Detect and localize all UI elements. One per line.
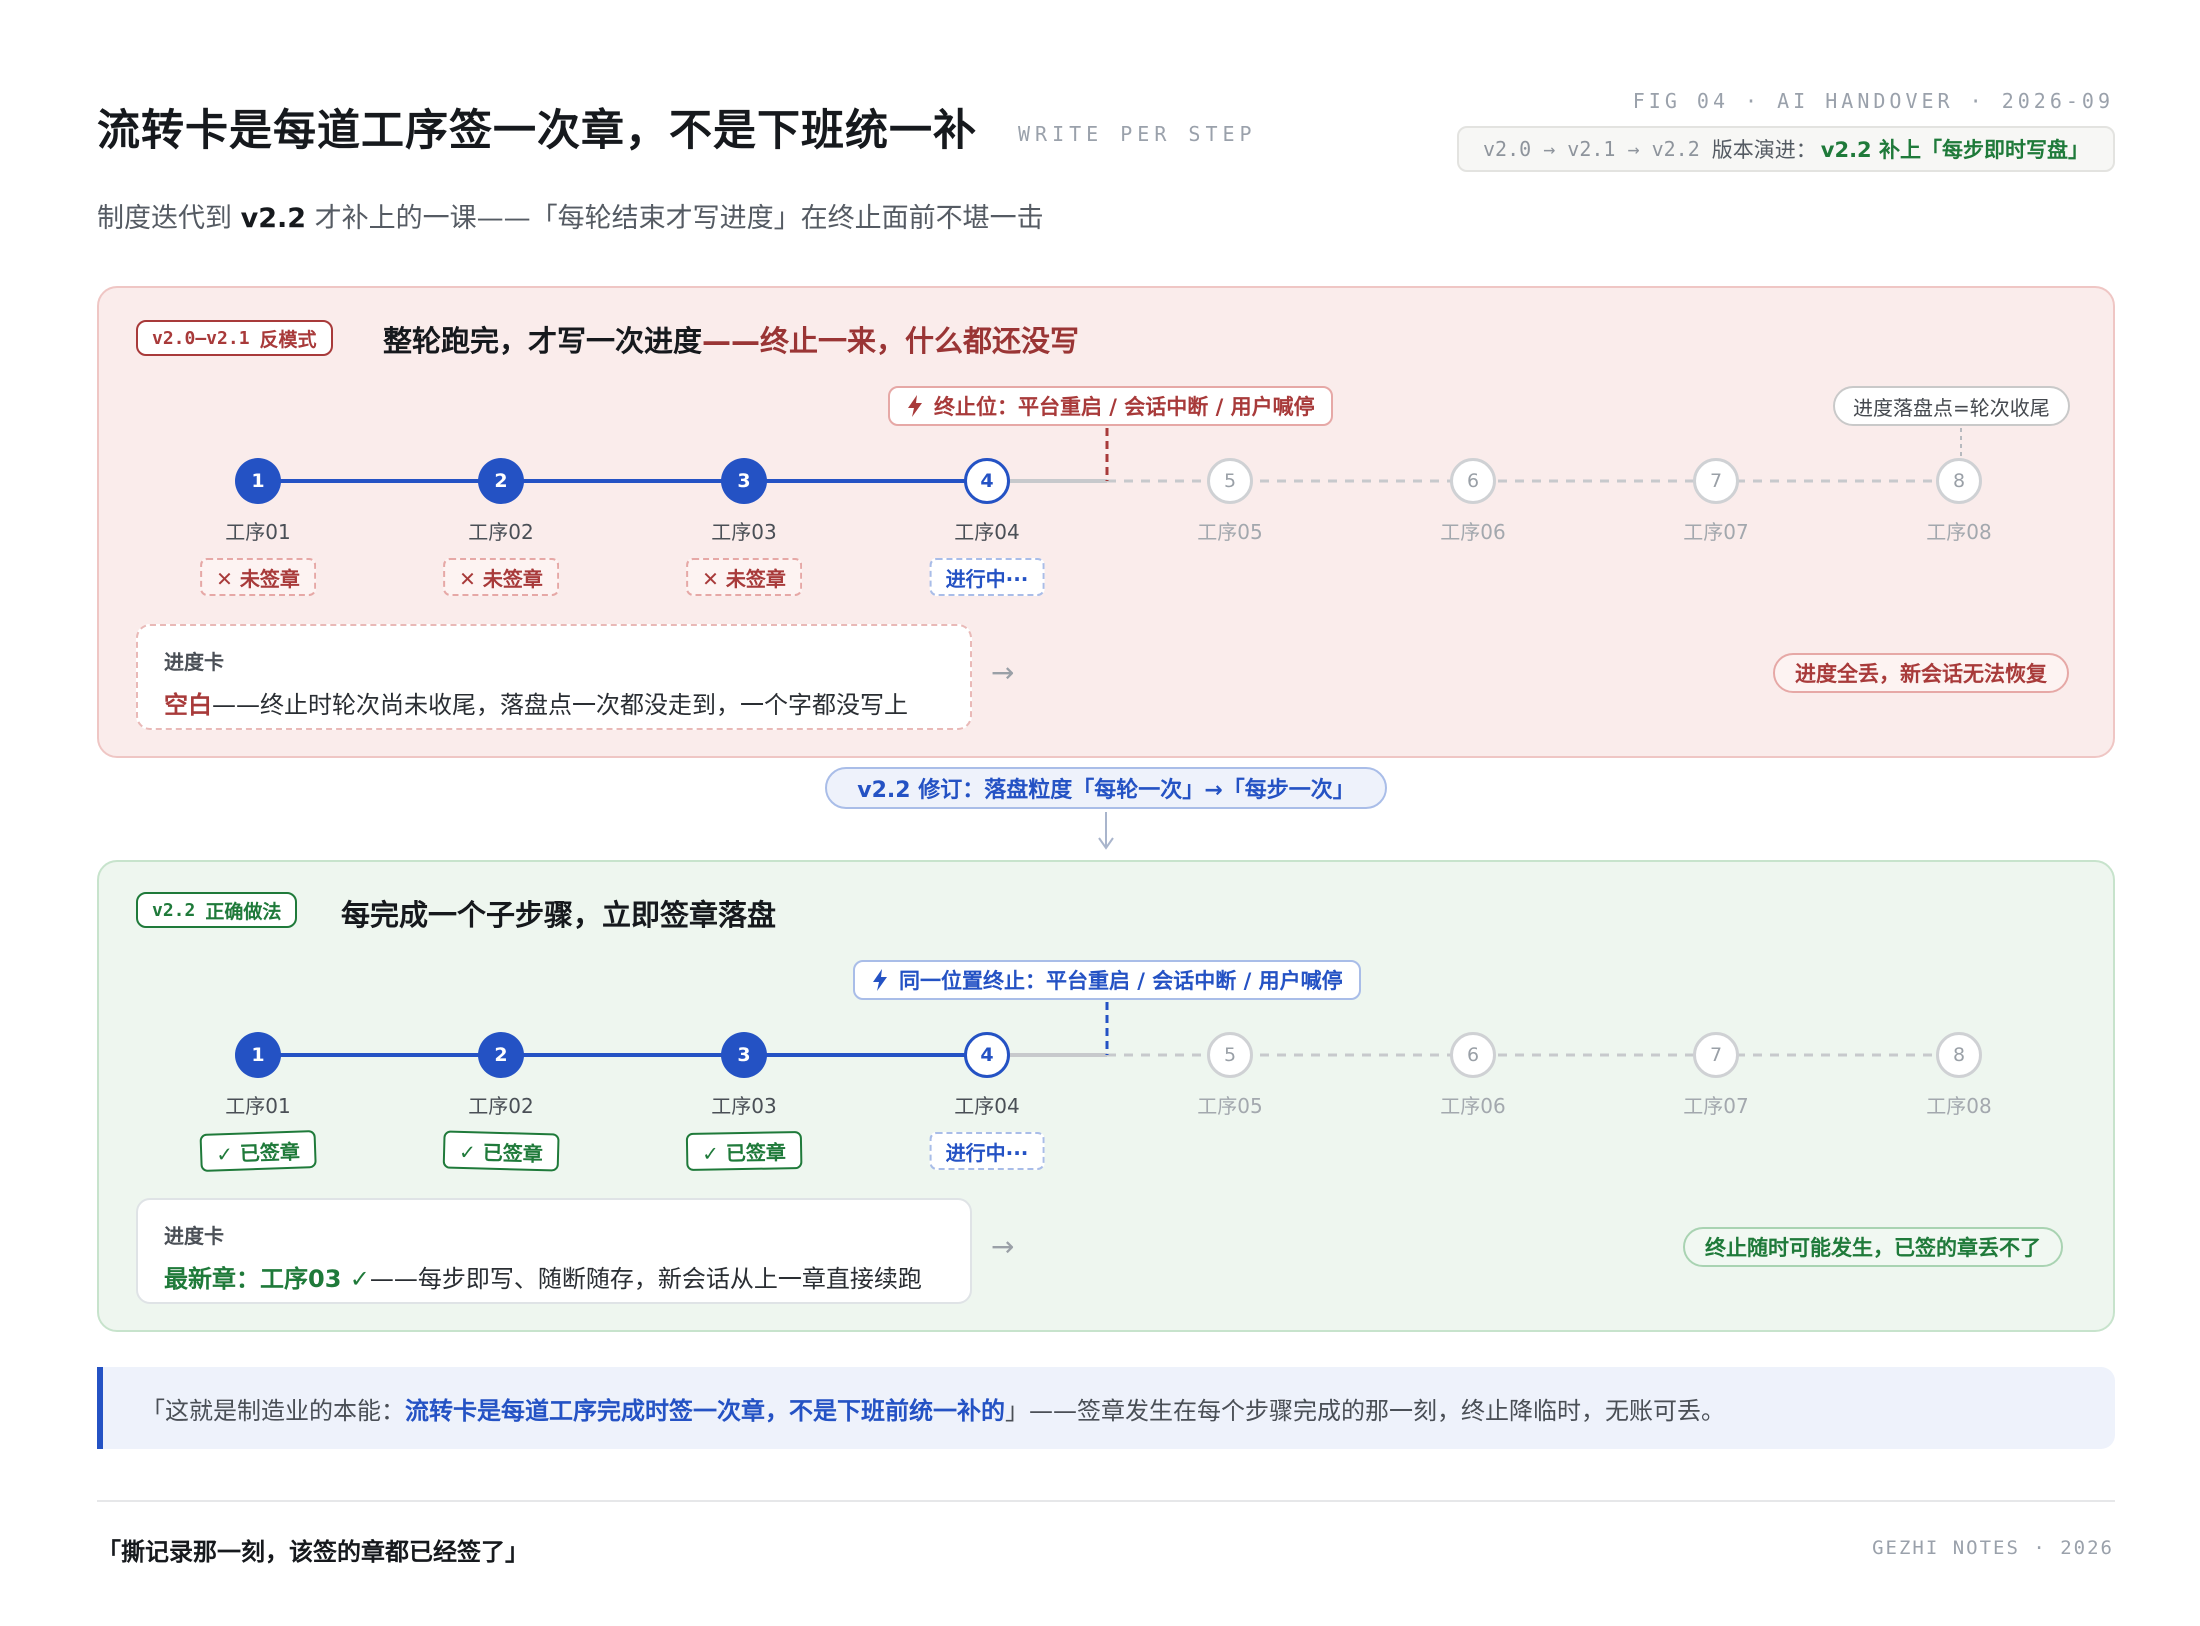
good-result-text: 终止随时可能发生，已签的章丢不了 — [1705, 1236, 2041, 1260]
good-card-body: 最新章：工序03 ✓——每步即写、随断随存，新会话从上一章直接续跑 — [164, 1259, 944, 1294]
footer-motto: 「撕记录那一刻，该签的章都已经签了」 — [97, 1538, 529, 1566]
good-step-node-8: 8 — [1936, 1032, 1982, 1078]
figure-meta: FIG 04 · AI HANDOVER · 2026-09 — [1632, 89, 2114, 113]
version-highlight: v2.2 补上「每步即时写盘」 — [1820, 138, 2089, 162]
anti-pattern-panel: v2.0–v2.1 反模式 整轮跑完，才写一次进度——终止一来，什么都还没写 终… — [97, 286, 2115, 758]
version-evolution-pill: v2.0 → v2.1 → v2.2 版本演进： v2.2 补上「每步即时写盘」 — [1457, 126, 2115, 172]
quote-post: 」——签章发生在每个步骤完成的那一刻，终止降临时，无账可丢。 — [1005, 1396, 1725, 1425]
good-practice-panel: v2.2 正确做法 每完成一个子步骤，立即签章落盘 同一位置终止：平台重启 / … — [97, 860, 2115, 1332]
good-step-node-5: 5 — [1207, 1032, 1253, 1078]
good-step-label-4: 工序04 — [954, 1094, 1020, 1118]
quote-pre: 「这就是制造业的本能： — [141, 1396, 405, 1425]
good-step-label-7: 工序07 — [1683, 1094, 1749, 1118]
anti-step-node-2: 2 — [478, 458, 524, 504]
revision-pill: v2.2 修订：落盘粒度「每轮一次」→「每步一次」 — [825, 767, 1387, 809]
anti-step-label-1: 工序01 — [225, 520, 291, 544]
anti-card-text: ——终止时轮次尚未收尾，落盘点一次都没走到，一个字都没写上 — [212, 691, 908, 719]
anti-step-node-5: 5 — [1207, 458, 1253, 504]
good-step-node-2: 2 — [478, 1032, 524, 1078]
good-step-stamp-2: ✓ 已签章 — [442, 1130, 560, 1172]
good-step-label-8: 工序08 — [1926, 1094, 1992, 1118]
anti-step-node-4: 4 — [964, 458, 1010, 504]
footer-divider — [97, 1500, 2115, 1502]
anti-step-node-3: 3 — [721, 458, 767, 504]
anti-step-label-8: 工序08 — [1926, 520, 1992, 544]
quote-bold: 流转卡是每道工序完成时签一次章，不是下班前统一补的 — [405, 1396, 1005, 1425]
footer-credit: GEZHI NOTES · 2026 — [1872, 1537, 2114, 1559]
good-step-node-7: 7 — [1693, 1032, 1739, 1078]
good-card-text: ——每步即写、随断随存，新会话从上一章直接续跑 — [369, 1265, 922, 1293]
good-step-node-3: 3 — [721, 1032, 767, 1078]
title-tag: WRITE PER STEP — [1018, 122, 1257, 146]
good-arrow-icon: → — [991, 1230, 1015, 1263]
revision-label: v2.2 修订：落盘粒度「每轮一次」→「每步一次」 — [857, 778, 1355, 803]
good-step-stamp-4: 进行中··· — [929, 1132, 1045, 1170]
good-step-node-6: 6 — [1450, 1032, 1496, 1078]
good-step-label-3: 工序03 — [711, 1094, 777, 1118]
subtitle: 制度迭代到 v2.2 才补上的一课——「每轮结束才写进度」在终止面前不堪一击 — [97, 196, 1044, 235]
anti-card-key: 空白 — [164, 691, 212, 719]
subtitle-version: v2.2 — [240, 203, 307, 234]
anti-result-badge: 进度全丢，新会话无法恢复 — [1773, 653, 2069, 693]
good-step-label-6: 工序06 — [1440, 1094, 1506, 1118]
version-label: 版本演进： — [1711, 138, 1817, 162]
good-progress-card: 进度卡 最新章：工序03 ✓——每步即写、随断随存，新会话从上一章直接续跑 — [136, 1198, 972, 1304]
anti-step-node-6: 6 — [1450, 458, 1496, 504]
good-result-badge: 终止随时可能发生，已签的章丢不了 — [1683, 1227, 2063, 1267]
subtitle-post: 才补上的一课——「每轮结束才写进度」在终止面前不堪一击 — [306, 203, 1044, 234]
good-card-key: 最新章：工序03 ✓ — [164, 1265, 370, 1293]
anti-step-node-1: 1 — [235, 458, 281, 504]
version-path: v2.0 → v2.1 → v2.2 — [1483, 137, 1700, 161]
anti-step-label-4: 工序04 — [954, 520, 1020, 544]
anti-step-stamp-4: 进行中··· — [929, 558, 1045, 596]
good-step-stamp-3: ✓ 已签章 — [685, 1130, 803, 1172]
anti-step-stamp-2: ✕ 未签章 — [443, 558, 559, 596]
good-step-node-1: 1 — [235, 1032, 281, 1078]
page-title: 流转卡是每道工序签一次章，不是下班统一补 — [97, 106, 977, 156]
good-step-label-1: 工序01 — [225, 1094, 291, 1118]
good-step-label-5: 工序05 — [1197, 1094, 1263, 1118]
anti-card-title: 进度卡 — [164, 650, 224, 674]
anti-step-label-6: 工序06 — [1440, 520, 1506, 544]
anti-card-body: 空白——终止时轮次尚未收尾，落盘点一次都没走到，一个字都没写上 — [164, 685, 944, 720]
anti-step-node-8: 8 — [1936, 458, 1982, 504]
anti-arrow-icon: → — [991, 656, 1015, 689]
good-step-label-2: 工序02 — [468, 1094, 534, 1118]
anti-step-stamp-1: ✕ 未签章 — [200, 558, 316, 596]
anti-result-text: 进度全丢，新会话无法恢复 — [1795, 662, 2047, 686]
anti-step-node-7: 7 — [1693, 458, 1739, 504]
anti-step-label-3: 工序03 — [711, 520, 777, 544]
anti-step-label-5: 工序05 — [1197, 520, 1263, 544]
anti-step-label-2: 工序02 — [468, 520, 534, 544]
anti-progress-card: 进度卡 空白——终止时轮次尚未收尾，落盘点一次都没走到，一个字都没写上 — [136, 624, 972, 730]
summary-quote: 「这就是制造业的本能： 流转卡是每道工序完成时签一次章，不是下班前统一补的 」——签… — [97, 1367, 2115, 1449]
anti-step-label-7: 工序07 — [1683, 520, 1749, 544]
good-card-title: 进度卡 — [164, 1224, 224, 1248]
subtitle-pre: 制度迭代到 — [97, 203, 241, 234]
down-arrow-icon — [1098, 812, 1114, 850]
anti-step-stamp-3: ✕ 未签章 — [686, 558, 802, 596]
good-step-stamp-1: ✓ 已签章 — [199, 1129, 317, 1173]
good-step-node-4: 4 — [964, 1032, 1010, 1078]
